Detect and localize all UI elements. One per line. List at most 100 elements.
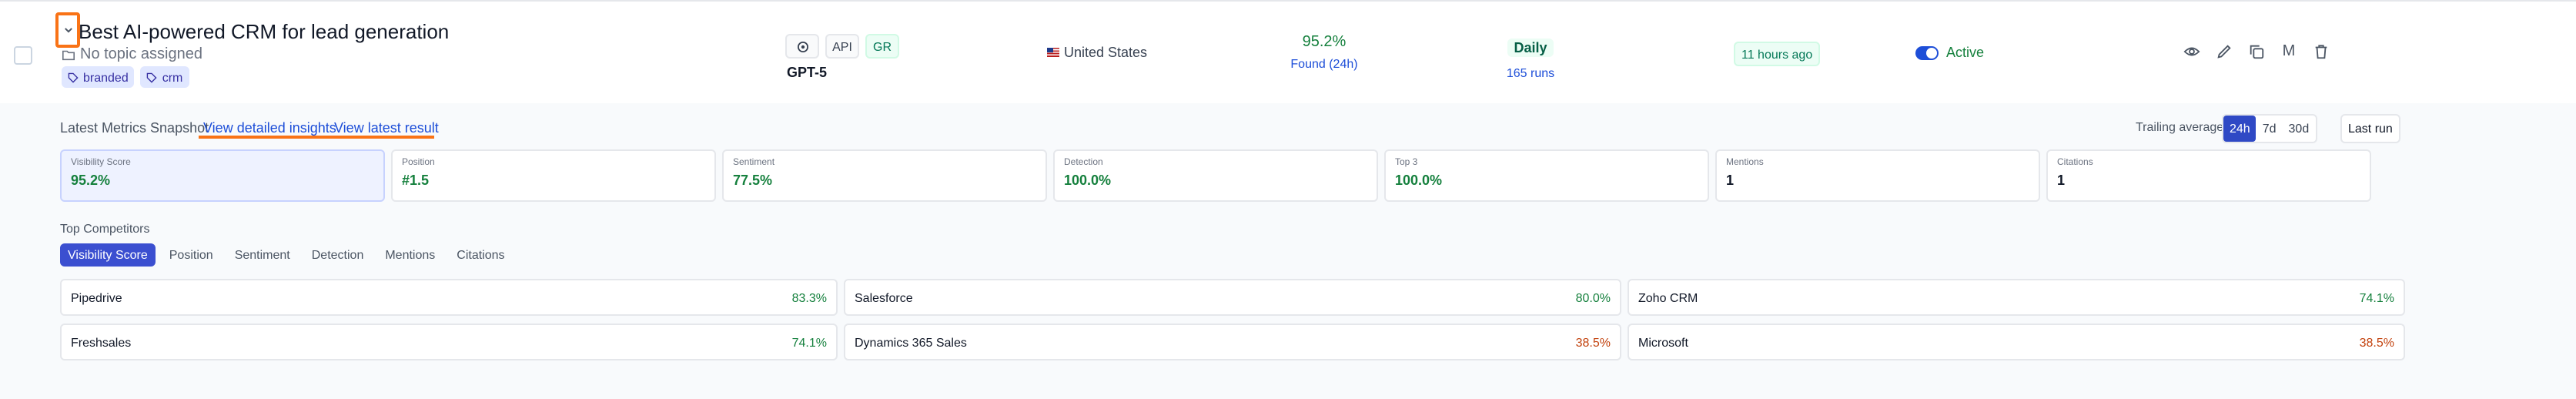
competitor-score: 83.3% (791, 290, 827, 304)
model-name: GPT-5 (787, 65, 828, 80)
frequency-cell: Daily 165 runs (1494, 32, 1567, 80)
gr-badge: GR (865, 34, 899, 59)
metric-label: Citations (2057, 159, 2093, 168)
us-flag-icon (1047, 48, 1059, 57)
metric-label: Position (402, 159, 435, 168)
competitor-name: Salesforce (855, 290, 913, 304)
metric-value: 95.2% (71, 173, 111, 188)
details-panel: Latest Metrics Snapshot View detailed in… (0, 103, 2576, 399)
metric-label: Detection (1064, 159, 1103, 168)
tag-branded[interactable]: branded (62, 66, 135, 88)
last-run-badge: 11 hours ago (1734, 42, 1821, 66)
metric-value: 100.0% (1395, 173, 1443, 188)
competitor-grid: Pipedrive 83.3% Salesforce 80.0% Zoho CR… (60, 279, 2405, 360)
eye-icon (2183, 47, 2200, 56)
model-logo-icon (785, 34, 819, 59)
competitor-name: Zoho CRM (1638, 290, 1698, 304)
metric-card-mentions[interactable]: Mentions 1 (1715, 149, 2040, 202)
visibility-value: 95.2% (1302, 34, 1347, 51)
metric-value: 1 (1726, 173, 1735, 188)
competitor-card[interactable]: Zoho CRM 74.1% (1628, 279, 2405, 316)
expand-toggle[interactable] (55, 12, 80, 48)
competitor-card[interactable]: Salesforce 80.0% (844, 279, 1621, 316)
row-actions: M (2183, 43, 2330, 60)
trash-icon (2315, 45, 2327, 59)
page: Best AI-powered CRM for lead generation … (0, 0, 2576, 399)
view-latest-result-link[interactable]: View latest result (334, 120, 439, 136)
found-link[interactable]: Found (24h) (1278, 57, 1370, 71)
metric-label: Visibility Score (71, 159, 131, 168)
competitor-score: 74.1% (2359, 290, 2394, 304)
competitor-score: 38.5% (1575, 335, 1611, 349)
metric-card-visibility[interactable]: Visibility Score 95.2% (60, 149, 385, 202)
prompt-row[interactable]: Best AI-powered CRM for lead generation … (0, 0, 2576, 105)
tab-mentions[interactable]: Mentions (377, 243, 443, 267)
competitors-label: Top Competitors (60, 222, 150, 236)
metric-label: Mentions (1726, 159, 1764, 168)
trailing-average-label: Trailing average (2136, 120, 2224, 134)
competitor-score: 74.1% (791, 335, 827, 349)
tab-sentiment[interactable]: Sentiment (227, 243, 298, 267)
metric-label: Top 3 (1395, 159, 1418, 168)
range-7d[interactable]: 7d (2257, 116, 2283, 142)
metric-card-top3[interactable]: Top 3 100.0% (1384, 149, 1709, 202)
highlight-underline (199, 136, 434, 139)
tab-visibility-score[interactable]: Visibility Score (60, 243, 156, 267)
tab-detection[interactable]: Detection (304, 243, 372, 267)
edit-button[interactable] (2216, 43, 2233, 60)
tag-label: crm (162, 70, 183, 84)
status-cell: Active (1915, 45, 1984, 60)
tag-icon (68, 72, 79, 82)
tab-citations[interactable]: Citations (449, 243, 512, 267)
metric-label: Sentiment (733, 159, 775, 168)
tag-label: branded (83, 70, 129, 84)
competitor-name: Pipedrive (71, 290, 122, 304)
competitor-card[interactable]: Dynamics 365 Sales 38.5% (844, 324, 1621, 360)
model-cell: API GR GPT-5 (785, 34, 899, 80)
api-badge: API (825, 34, 859, 59)
metric-value: 77.5% (733, 173, 773, 188)
visibility-cell: 95.2% Found (24h) (1278, 34, 1370, 71)
duplicate-button[interactable] (2248, 43, 2265, 60)
competitor-card[interactable]: Freshsales 74.1% (60, 324, 838, 360)
topic-assignment[interactable]: No topic assigned (62, 46, 202, 63)
copy-icon (2250, 45, 2264, 59)
view-button[interactable] (2183, 43, 2200, 60)
metric-value: 100.0% (1064, 173, 1112, 188)
frequency-badge: Daily (1507, 39, 1554, 57)
metric-card-position[interactable]: Position #1.5 (391, 149, 716, 202)
competitor-card[interactable]: Microsoft 38.5% (1628, 324, 2405, 360)
tab-position[interactable]: Position (162, 243, 221, 267)
metric-value: #1.5 (402, 173, 430, 188)
metric-value: 1 (2057, 173, 2066, 188)
row-checkbox[interactable] (14, 46, 32, 65)
folder-icon (62, 50, 75, 61)
pencil-icon (2217, 45, 2231, 59)
delete-button[interactable] (2313, 43, 2330, 60)
metric-cards: Visibility Score 95.2% Position #1.5 Sen… (60, 149, 2371, 202)
competitor-card[interactable]: Pipedrive 83.3% (60, 279, 838, 316)
m-action-button[interactable]: M (2280, 43, 2297, 60)
topic-label: No topic assigned (80, 46, 202, 63)
range-24h[interactable]: 24h (2223, 116, 2257, 142)
last-run-button[interactable]: Last run (2340, 114, 2400, 143)
chevron-down-icon (64, 28, 72, 33)
runs-link[interactable]: 165 runs (1494, 66, 1567, 80)
range-selector: 24h 7d 30d (2222, 114, 2317, 143)
metric-card-detection[interactable]: Detection 100.0% (1053, 149, 1378, 202)
competitor-name: Dynamics 365 Sales (855, 335, 967, 349)
tag-crm[interactable]: crm (140, 66, 189, 88)
competitor-name: Microsoft (1638, 335, 1688, 349)
status-label: Active (1946, 45, 1985, 60)
prompt-title[interactable]: Best AI-powered CRM for lead generation (79, 20, 449, 43)
snapshot-label: Latest Metrics Snapshot (60, 120, 209, 136)
view-insights-link[interactable]: View detailed insights (203, 120, 336, 136)
metric-card-citations[interactable]: Citations 1 (2046, 149, 2371, 202)
tag-icon (147, 72, 158, 82)
country-cell: United States (1047, 45, 1147, 60)
competitor-name: Freshsales (71, 335, 132, 349)
range-30d[interactable]: 30d (2283, 116, 2316, 142)
active-toggle[interactable] (1915, 45, 1939, 59)
metric-card-sentiment[interactable]: Sentiment 77.5% (722, 149, 1047, 202)
competitor-score: 38.5% (2359, 335, 2394, 349)
